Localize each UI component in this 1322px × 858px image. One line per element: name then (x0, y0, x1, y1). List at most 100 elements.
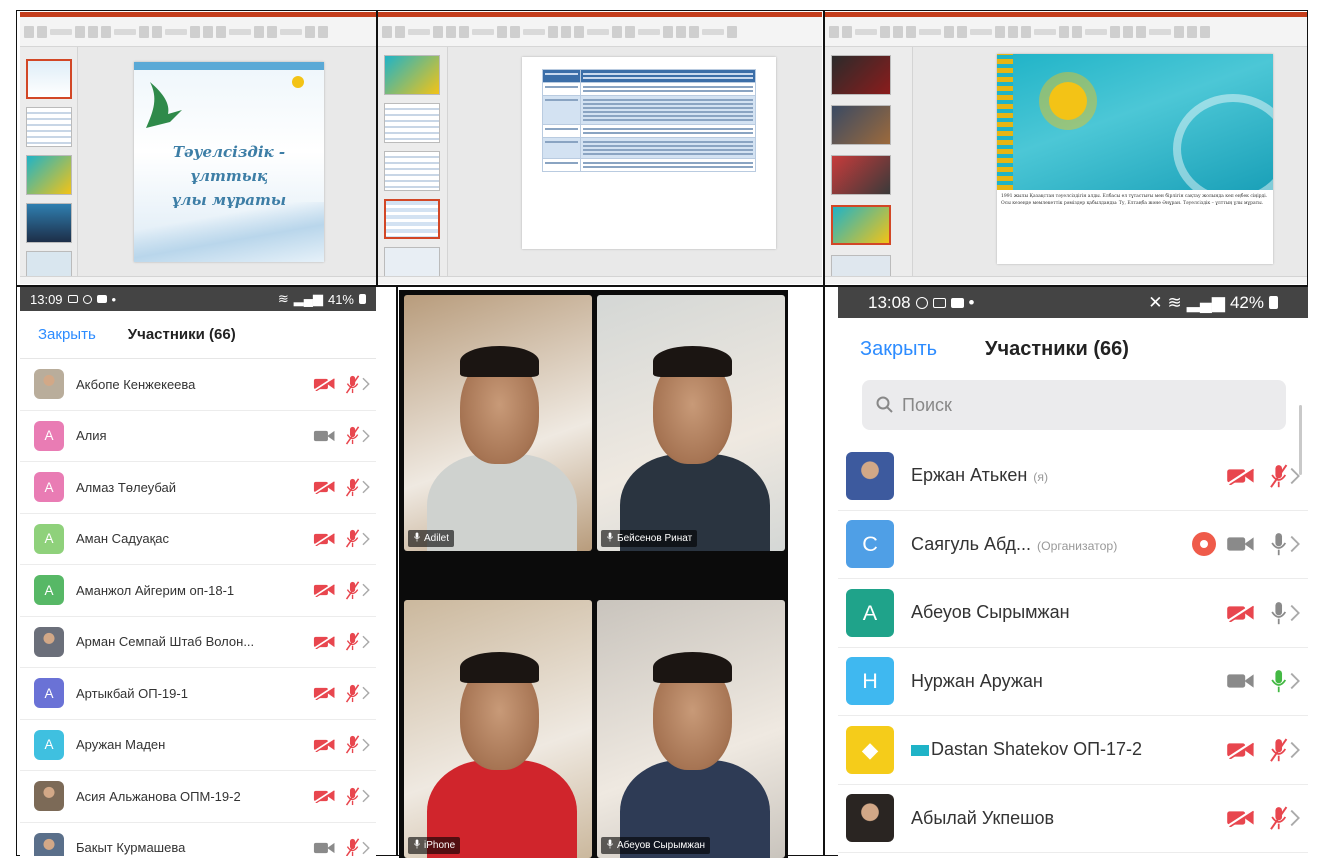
status-time: 13:08 (868, 292, 911, 312)
powerpoint-window-3: 1991 жылы Қазақстан тәуелсіздігін алды. … (825, 12, 1307, 284)
participant-row[interactable]: ◆ Dastan Shatekov ОП-17-2 (838, 716, 1308, 785)
participant-row[interactable]: Н Нуржан Аружан (838, 648, 1308, 716)
participant-row[interactable]: А Алмаз Төлеубай (20, 462, 376, 514)
status-time: 13:09 (30, 291, 63, 307)
microphone-icon (1269, 669, 1288, 693)
divider (396, 286, 398, 856)
video-tile[interactable]: Абеуов Сырымжан (597, 600, 785, 858)
chevron-right-icon (362, 789, 370, 803)
participant-name: Абеуов Сырымжан (911, 602, 1070, 623)
close-button[interactable]: Закрыть (860, 338, 937, 361)
avatar: С (846, 520, 894, 569)
slide-thumbnail[interactable] (26, 107, 72, 147)
signal-icon: ▂▄▆ (293, 291, 323, 306)
chevron-right-icon (362, 583, 370, 597)
sun-icon (1049, 82, 1087, 120)
current-slide: 1991 жылы Қазақстан тәуелсіздігін алды. … (997, 54, 1273, 264)
participant-row[interactable]: А Аманжол Айгерим оп-18-1 (20, 565, 376, 617)
participant-name: Акбопе Кенжекеева (76, 376, 196, 392)
ribbon[interactable] (825, 17, 1307, 47)
scrollbar[interactable] (1299, 405, 1302, 475)
camera-off-icon (313, 737, 336, 752)
participant-row[interactable]: А Абеуов Сырымжан (838, 579, 1308, 648)
gallery-icon (932, 297, 946, 308)
status-bar: 13:08 • ✕ ≋ ▂▄▆ 42% (838, 287, 1308, 318)
participant-list[interactable]: Ержан Атькен (я) С Саягуль Абд... (Организат… (838, 442, 1308, 853)
participant-row[interactable]: А Алия (20, 411, 376, 462)
slide-thumbnail[interactable] (26, 203, 72, 243)
slide-thumbnails[interactable] (378, 47, 448, 284)
slide-thumbnail[interactable] (831, 205, 891, 245)
participants-title: Участники (66) (127, 326, 236, 343)
participant-row[interactable]: А Аружан Маден (20, 720, 376, 771)
slide-thumbnail[interactable] (26, 59, 72, 99)
signal-icon: ▂▄▆ (1186, 292, 1225, 312)
participants-header: Закрыть Участники (66) (20, 311, 376, 359)
mic-muted-icon (345, 632, 360, 651)
slide-thumbnail[interactable] (26, 155, 72, 195)
video-name-label: Абеуов Сырымжан (601, 837, 711, 854)
slide-thumbnail[interactable] (831, 55, 891, 95)
slide-thumbnail[interactable] (384, 151, 440, 191)
ribbon[interactable] (378, 17, 822, 47)
slide-thumbnails[interactable] (20, 47, 78, 284)
camera-icon (313, 841, 335, 855)
camera-icon (1226, 535, 1255, 553)
participant-name: Аман Садуақас (76, 531, 169, 547)
camera-off-icon (313, 480, 336, 495)
ribbon[interactable] (20, 17, 376, 47)
close-button[interactable]: Закрыть (38, 326, 96, 343)
battery-icon (359, 294, 366, 304)
chevron-right-icon (362, 377, 370, 391)
mic-muted-icon (345, 581, 360, 600)
mic-muted-icon (345, 375, 360, 394)
participant-row[interactable]: Абылай Укпешов (838, 785, 1308, 853)
camera-off-icon (313, 686, 336, 701)
participants-header: Закрыть Участники (66) (838, 318, 1308, 380)
slide-thumbnail[interactable] (384, 199, 440, 239)
slide-thumbnail[interactable] (831, 105, 891, 145)
participant-name: Абылай Укпешов (911, 807, 1055, 828)
video-tile[interactable]: iPhone (404, 600, 592, 858)
slide-thumbnails[interactable] (825, 47, 913, 284)
avatar: А (34, 472, 64, 503)
message-icon (82, 294, 92, 304)
mic-muted-icon (345, 478, 360, 497)
slide-thumbnail[interactable] (384, 55, 440, 95)
microphone-icon (606, 532, 614, 545)
search-field[interactable]: Поиск (862, 380, 1286, 430)
video-tile[interactable]: Бейсенов Ринат (597, 295, 785, 551)
participant-row[interactable]: А Аман Садуақас (20, 514, 376, 565)
participant-row[interactable]: Акбопе Кенжекеева (20, 359, 376, 411)
avatar (34, 626, 64, 657)
avatar: Н (846, 657, 894, 706)
avatar: А (34, 523, 64, 554)
participant-row[interactable]: Ержан Атькен (я) (838, 442, 1308, 511)
participant-name: Ержан Атькен (я) (911, 465, 1049, 486)
chevron-right-icon (362, 841, 370, 855)
sun-icon (292, 76, 304, 88)
camera-icon (1226, 672, 1255, 690)
battery-level: 41% (327, 291, 354, 307)
participant-list[interactable]: Акбопе Кенжекеева А Алия А Алмаз Төлеубай А Ам… (20, 359, 376, 856)
chevron-right-icon (1290, 672, 1300, 690)
camera-off-icon (1226, 809, 1255, 828)
avatar: А (34, 420, 64, 451)
mic-muted-icon (345, 735, 360, 754)
mic-muted-icon (345, 426, 360, 445)
participant-row[interactable]: Асия Альжанова ОПМ-19-2 (20, 771, 376, 823)
slide-thumbnail[interactable] (384, 103, 440, 143)
slide-thumbnail[interactable] (831, 155, 891, 195)
participant-role-tag: (я) (1033, 470, 1049, 485)
gallery-icon (67, 295, 78, 303)
wifi-icon: ≋ (277, 291, 289, 306)
participant-row[interactable]: Бакыт Курмашева (20, 823, 376, 856)
participant-row[interactable]: Арман Семпай Штаб Волон... (20, 617, 376, 668)
chevron-right-icon (362, 480, 370, 494)
current-slide (522, 57, 776, 249)
video-tile[interactable]: Adilet (404, 295, 592, 551)
participant-row[interactable]: С Саягуль Абд... (Организатор) (838, 511, 1308, 579)
participant-row[interactable]: А Артыкбай ОП-19-1 (20, 668, 376, 720)
search-placeholder: Поиск (902, 394, 952, 415)
participants-screen-right: 13:08 • ✕ ≋ ▂▄▆ 42% Закрыть Участники (6… (838, 287, 1308, 856)
